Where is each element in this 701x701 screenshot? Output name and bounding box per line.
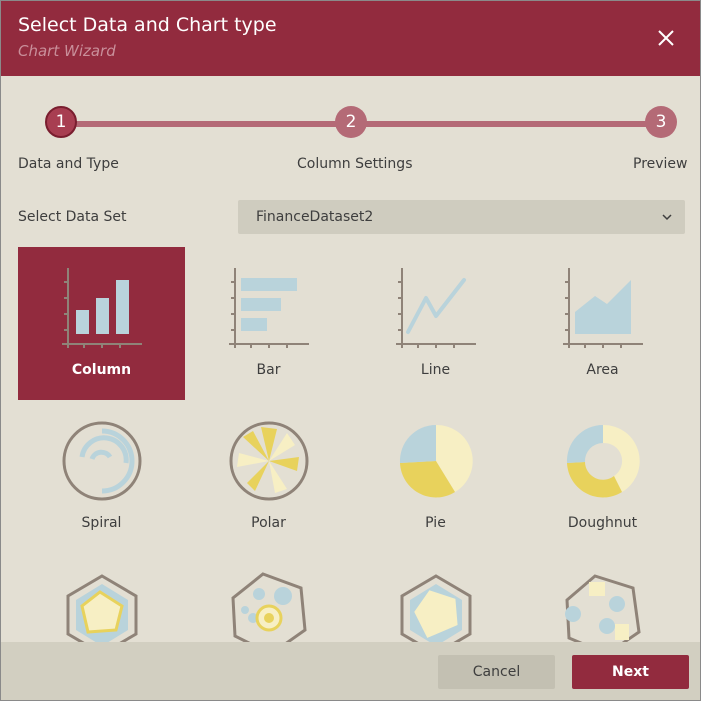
step-1-circle[interactable]: 1 [45, 106, 77, 138]
chart-type-polar[interactable]: Polar [185, 400, 352, 553]
radar-line-chart-icon [400, 574, 472, 642]
column-chart-icon [62, 268, 142, 348]
radar-chart-icon [66, 574, 138, 642]
chart-type-doughnut[interactable]: Doughnut [519, 400, 686, 553]
chart-type-spiral[interactable]: Spiral [18, 400, 185, 553]
chart-type-label: Polar [251, 515, 286, 531]
step-3-label: Preview [633, 156, 688, 172]
next-button[interactable]: Next [572, 655, 689, 689]
step-3-circle[interactable]: 3 [645, 106, 677, 138]
step-2-label: Column Settings [297, 156, 413, 172]
close-icon[interactable] [651, 23, 681, 53]
dialog-title: Select Data and Chart type [18, 14, 277, 36]
chart-type-label: Area [586, 362, 619, 378]
spiral-chart-icon [62, 421, 142, 501]
dialog-subtitle: Chart Wizard [18, 42, 116, 60]
scatter-polygon-chart-icon [565, 574, 641, 642]
chart-type-radar[interactable] [18, 553, 185, 642]
chart-type-label: Line [420, 362, 451, 378]
step-1-label: Data and Type [18, 156, 119, 172]
chart-type-label: Column [71, 362, 132, 378]
chart-type-bar[interactable]: Bar [185, 247, 352, 400]
step-track-2 [351, 121, 661, 127]
chart-type-label: Pie [425, 515, 446, 531]
bar-chart-icon [229, 268, 309, 348]
line-chart-icon [396, 268, 476, 348]
chart-type-scatter-polygon[interactable] [519, 553, 686, 642]
bubble-polygon-chart-icon [231, 572, 307, 642]
chart-type-label: Bar [256, 362, 281, 378]
chart-type-line[interactable]: Line [352, 247, 519, 400]
doughnut-chart-icon [566, 424, 640, 498]
dataset-select[interactable]: FinanceDataset2 [238, 200, 685, 234]
area-chart-icon [563, 268, 643, 348]
dataset-select-value: FinanceDataset2 [256, 209, 374, 225]
cancel-button[interactable]: Cancel [438, 655, 555, 689]
dialog-footer: Cancel Next [1, 642, 700, 700]
chart-type-label: Doughnut [567, 515, 638, 531]
wizard-stepper: 1 2 3 Data and Type Column Settings Prev… [1, 106, 700, 176]
pie-chart-icon [399, 424, 473, 498]
chart-type-radar-line[interactable] [352, 553, 519, 642]
chart-type-column[interactable]: Column [18, 247, 185, 400]
chart-wizard-dialog: Select Data and Chart type Chart Wizard … [0, 0, 701, 701]
chart-type-bubble-polygon[interactable] [185, 553, 352, 642]
polar-chart-icon [229, 421, 309, 501]
chart-type-area[interactable]: Area [519, 247, 686, 400]
step-track-1 [61, 121, 351, 127]
dialog-header: Select Data and Chart type Chart Wizard [1, 1, 700, 76]
chevron-down-icon [662, 214, 672, 221]
step-2-circle[interactable]: 2 [335, 106, 367, 138]
dataset-label: Select Data Set [18, 209, 127, 225]
chart-type-pie[interactable]: Pie [352, 400, 519, 553]
chart-type-grid: Column Bar Line Area Spiral Polar Pie Do… [1, 247, 700, 642]
chart-type-label: Spiral [81, 515, 122, 531]
